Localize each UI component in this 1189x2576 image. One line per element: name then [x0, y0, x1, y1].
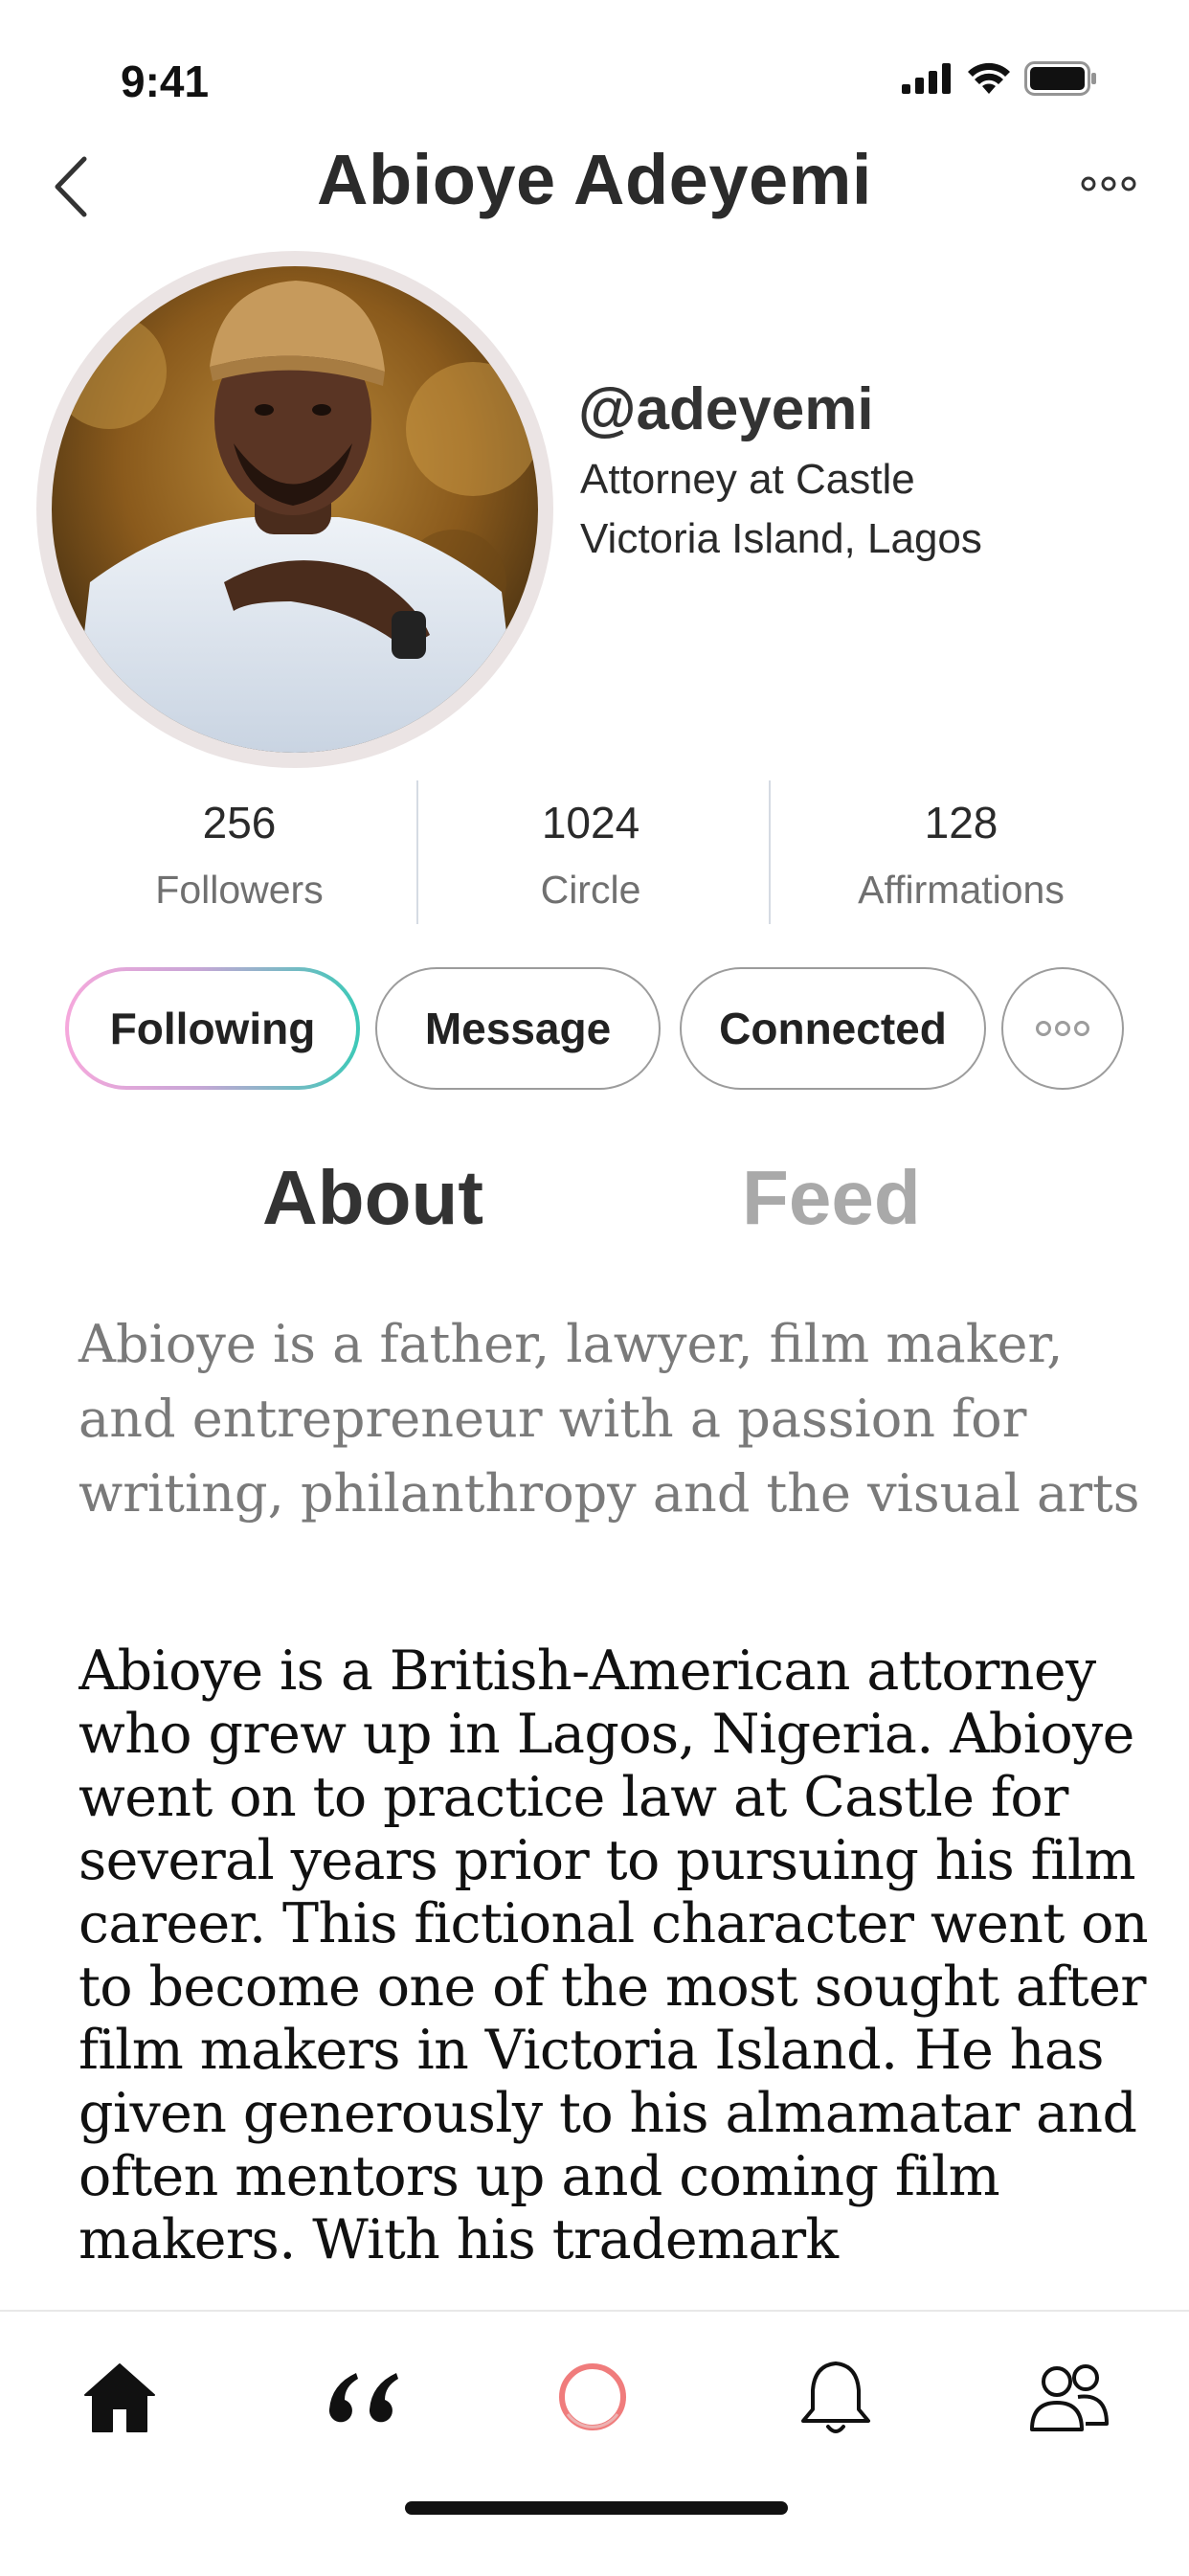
status-icons: [902, 59, 1097, 98]
home-icon: [84, 2363, 155, 2432]
nav-quotes[interactable]: [320, 2354, 406, 2440]
nav-record[interactable]: [550, 2354, 636, 2440]
bio-summary: Abioye is a father, lawyer, film maker, …: [79, 1314, 1140, 1524]
more-options-icon[interactable]: [1080, 170, 1137, 197]
stat-value: 256: [202, 798, 277, 847]
profile-location: Victoria Island, Lagos: [580, 515, 982, 562]
bell-icon: [801, 2361, 870, 2433]
page-title: Abioye Adeyemi: [317, 140, 872, 219]
bottom-nav: [0, 2310, 1189, 2576]
avatar[interactable]: [52, 266, 538, 753]
tab-about[interactable]: About: [262, 1154, 483, 1242]
profile-role: Attorney at Castle: [580, 456, 915, 503]
stat-value: 128: [924, 798, 998, 847]
stat-affirmations[interactable]: 128 Affirmations: [779, 797, 1143, 913]
stat-divider: [769, 780, 771, 924]
nav-people[interactable]: [1026, 2354, 1112, 2440]
people-icon: [1030, 2364, 1109, 2431]
stat-label: Followers: [155, 868, 324, 912]
more-options-icon: [1036, 1021, 1089, 1036]
following-button[interactable]: Following: [65, 967, 360, 1090]
battery-icon: [1024, 61, 1096, 96]
status-time: 9:41: [121, 56, 210, 106]
signal-icon: [902, 63, 951, 94]
tab-feed[interactable]: Feed: [742, 1154, 921, 1242]
more-actions-button[interactable]: [1001, 967, 1124, 1090]
stat-label: Affirmations: [858, 868, 1065, 912]
record-icon: [559, 2363, 626, 2430]
profile-handle: @adeyemi: [578, 376, 874, 442]
home-indicator[interactable]: [405, 2501, 788, 2515]
message-button[interactable]: Message: [375, 967, 661, 1090]
bio-body: Abioye is a British-American attorney wh…: [79, 1639, 1149, 2271]
stat-label: Circle: [540, 868, 641, 912]
stat-value: 1024: [541, 798, 640, 847]
nav-notifications[interactable]: [793, 2354, 879, 2440]
wifi-icon: [968, 62, 1010, 94]
quote-icon: [328, 2373, 398, 2423]
connected-button[interactable]: Connected: [680, 967, 986, 1090]
stat-circle[interactable]: 1024 Circle: [409, 797, 773, 913]
stat-followers[interactable]: 256 Followers: [57, 797, 421, 913]
nav-home[interactable]: [77, 2354, 163, 2440]
bio-body-container[interactable]: Abioye is a British-American attorney wh…: [79, 1639, 1151, 2310]
